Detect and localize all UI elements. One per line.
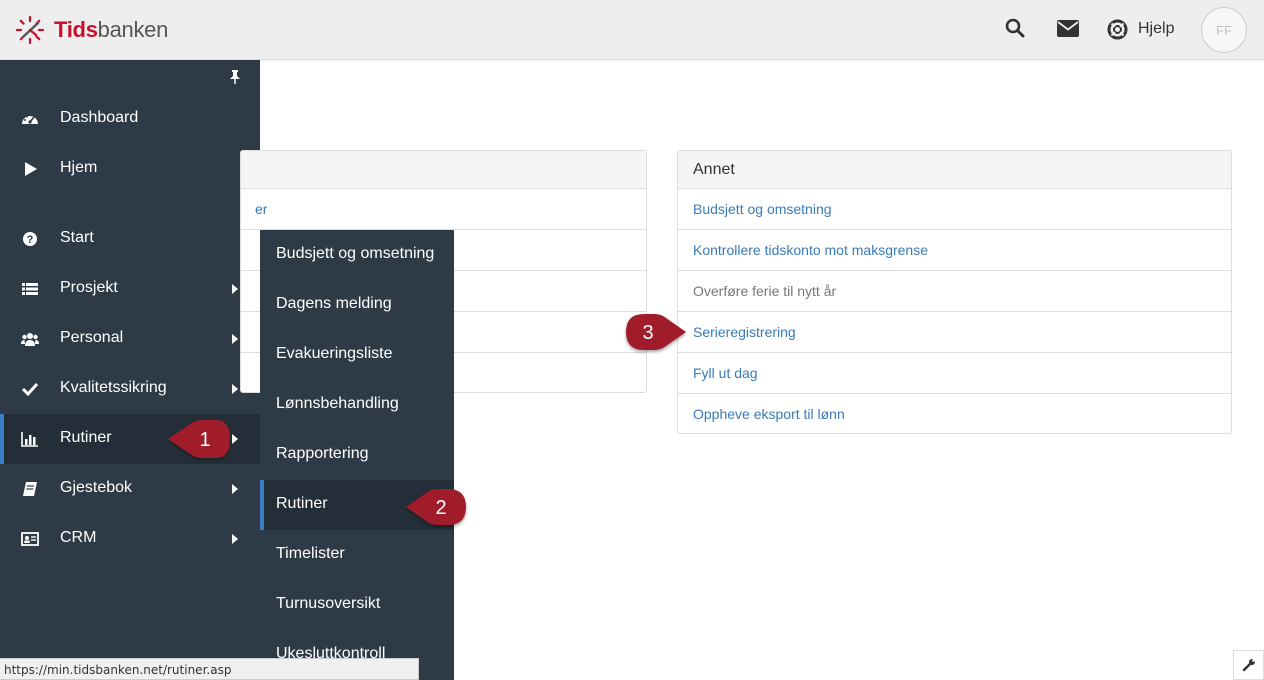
dashboard-icon [22,114,38,124]
bar-chart-icon [21,432,38,447]
top-bar: Tidsbanken Hjelp FF [0,0,1264,60]
clock-logo-icon [15,15,45,45]
link-fyll-ut-dag[interactable]: Fyll ut dag [678,353,1231,394]
submenu-item-timelister[interactable]: Timelister [260,530,454,580]
sidebar-item-start[interactable]: ? Start [0,214,260,264]
submenu-item-turnusoversikt[interactable]: Turnusoversikt [260,580,454,630]
chevron-right-icon [232,534,238,544]
users-icon [21,333,39,346]
submenu-item-rapportering[interactable]: Rapportering [260,430,454,480]
status-bar-url: https://min.tidsbanken.net/rutiner.asp [0,658,419,680]
sidebar: Dashboard Hjem ? Start Prosjekt Personal… [0,60,260,680]
svg-text:1: 1 [199,429,210,451]
link-serieregistrering[interactable]: Serieregistrering [678,312,1231,353]
book-icon [23,482,37,496]
sidebar-item-crm[interactable]: CRM [0,514,260,564]
chevron-right-icon [232,384,238,394]
panel-left-header [241,151,646,189]
sidebar-item-personal[interactable]: Personal [0,314,260,364]
submenu-item-evakueringsliste[interactable]: Evakueringsliste [260,330,454,380]
link-budsjett-og-omsetning[interactable]: Budsjett og omsetning [678,189,1231,230]
callout-3: 3 [626,314,686,350]
pin-icon[interactable] [229,70,241,89]
play-icon [25,162,37,176]
sidebar-item-gjestebok[interactable]: Gjestebok [0,464,260,514]
item-overfore-ferie: Overføre ferie til nytt år [678,271,1231,312]
list-icon [22,283,38,295]
link-kontrollere-tidskonto[interactable]: Kontrollere tidskonto mot maksgrense [678,230,1231,271]
chevron-right-icon [232,484,238,494]
submenu-item-budsjett[interactable]: Budsjett og omsetning [260,230,454,280]
chevron-right-icon [232,284,238,294]
callout-2: 2 [406,489,466,525]
submenu-item-lonnsbehandling[interactable]: Lønnsbehandling [260,380,454,430]
brand-name: Tidsbanken [54,17,169,42]
wrench-icon[interactable] [1233,650,1264,680]
brand-logo[interactable]: Tidsbanken [14,14,168,46]
svg-text:2: 2 [435,497,446,519]
sidebar-item-kvalitetssikring[interactable]: Kvalitetssikring [0,364,260,414]
svg-text:?: ? [27,234,34,246]
question-circle-icon: ? [23,232,37,246]
id-card-icon [21,532,39,546]
help-link[interactable]: Hjelp [1138,20,1174,38]
mail-icon[interactable] [1057,20,1079,42]
check-icon [21,382,39,397]
search-icon[interactable] [1005,18,1025,43]
chevron-right-icon [232,334,238,344]
submenu-item-dagens-melding[interactable]: Dagens melding [260,280,454,330]
sidebar-item-prosjekt[interactable]: Prosjekt [0,264,260,314]
submenu-rutiner: Budsjett og omsetning Dagens melding Eva… [260,230,454,680]
sidebar-item-hjem[interactable]: Hjem [0,144,260,194]
lifebuoy-icon[interactable] [1107,19,1128,45]
panel-annet: Annet Budsjett og omsetning Kontrollere … [677,150,1232,434]
callout-1: 1 [168,420,230,458]
link-oppheve-eksport[interactable]: Oppheve eksport til lønn [678,394,1231,435]
list-item[interactable]: er [241,189,646,230]
svg-text:3: 3 [642,322,653,344]
avatar[interactable]: FF [1201,7,1247,53]
sidebar-item-dashboard[interactable]: Dashboard [0,94,260,144]
panel-title: Annet [678,151,1231,189]
